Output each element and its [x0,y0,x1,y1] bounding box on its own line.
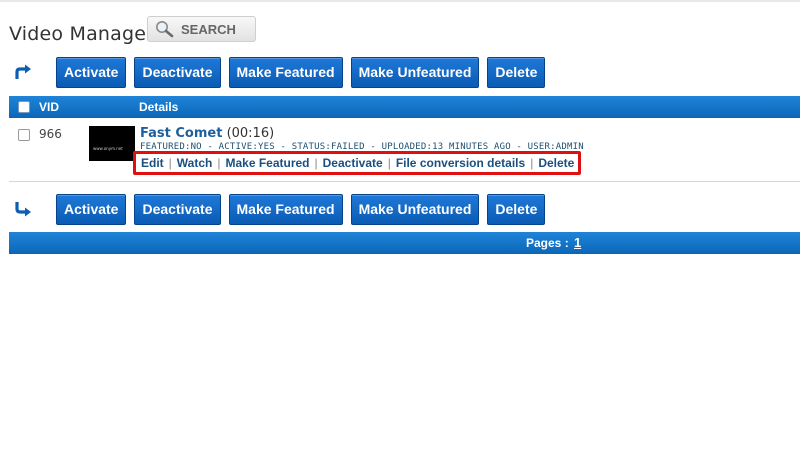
column-header-details: Details [139,100,179,114]
select-all-checkbox[interactable] [18,101,30,113]
video-title-link[interactable]: Fast Comet [140,126,222,141]
row-actions-highlight: Edit | Watch | Make Featured | Deactivat… [133,151,581,175]
edit-link[interactable]: Edit [141,156,164,170]
deactivate-button[interactable]: Deactivate [134,193,221,225]
file-conversion-details-link[interactable]: File conversion details [396,156,525,170]
column-header-vid: VID [39,100,60,114]
deactivate-link[interactable]: Deactivate [323,156,383,170]
table-row: 966 www.onym.net Fast Comet (00:16) FEAT… [9,118,800,182]
delete-link[interactable]: Delete [538,156,574,170]
deactivate-button[interactable]: Deactivate [134,56,221,88]
arrow-up-right-icon [10,60,36,84]
row-checkbox[interactable] [18,129,30,141]
make-unfeatured-button[interactable]: Make Unfeatured [350,193,480,225]
watch-link[interactable]: Watch [177,156,213,170]
video-duration: (00:16) [226,126,275,141]
search-button-label: SEARCH [181,21,236,37]
pagination-bar: Pages : 1 [9,232,800,254]
delete-button[interactable]: Delete [487,56,546,88]
thumbnail-watermark: www.onym.net [93,146,123,151]
link-separator: | [168,156,172,170]
search-button[interactable]: SEARCH [147,16,256,42]
activate-button[interactable]: Activate [56,56,127,88]
make-unfeatured-button[interactable]: Make Unfeatured [350,56,480,88]
video-title-line: Fast Comet (00:16) [140,126,274,141]
make-featured-link[interactable]: Make Featured [225,156,309,170]
bottom-action-bar: Activate Deactivate Make Featured Make U… [10,193,553,225]
page-link-1[interactable]: 1 [574,235,581,250]
link-separator: | [387,156,391,170]
make-featured-button[interactable]: Make Featured [228,56,343,88]
delete-button[interactable]: Delete [487,193,546,225]
top-action-bar: Activate Deactivate Make Featured Make U… [10,56,553,88]
arrow-down-right-icon [10,197,36,221]
pages-label: Pages : [526,236,569,250]
link-separator: | [314,156,318,170]
video-id: 966 [39,127,62,141]
video-thumbnail[interactable]: www.onym.net [89,126,135,161]
page-title: Video Manager [9,23,155,45]
link-separator: | [530,156,534,170]
magnifier-icon [154,20,176,38]
table-header: VID Details [9,96,800,118]
link-separator: | [217,156,221,170]
make-featured-button[interactable]: Make Featured [228,193,343,225]
top-rule [0,0,800,2]
activate-button[interactable]: Activate [56,193,127,225]
